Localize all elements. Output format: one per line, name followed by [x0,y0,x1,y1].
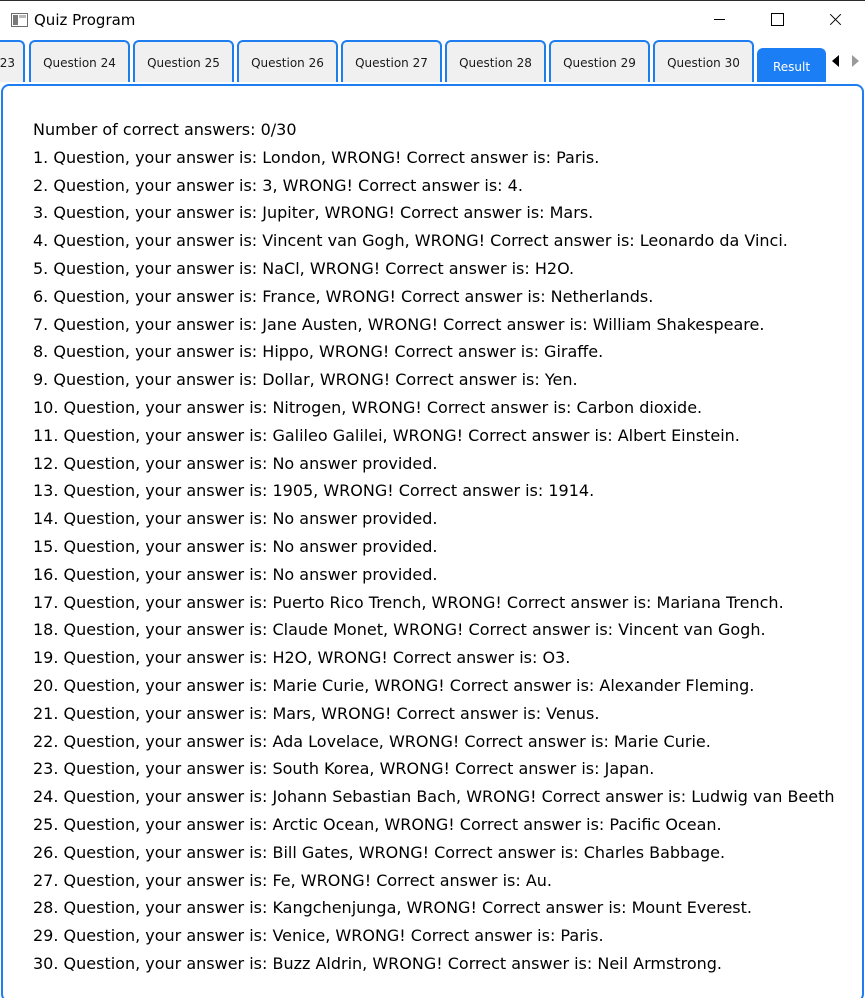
result-line: 23. Question, your answer is: South Kore… [33,759,655,779]
result-line: 18. Question, your answer is: Claude Mon… [33,620,766,640]
result-line: 27. Question, your answer is: Fe, WRONG!… [33,870,552,890]
result-line: 19. Question, your answer is: H2O, WRONG… [33,648,571,668]
result-line: 21. Question, your answer is: Mars, WRON… [33,703,600,723]
minimize-button[interactable] [690,1,748,39]
tab-question-29[interactable]: Question 29 [549,40,650,82]
maximize-button[interactable] [748,1,806,39]
result-line: 11. Question, your answer is: Galileo Ga… [33,425,740,445]
result-line: 22. Question, your answer is: Ada Lovela… [33,731,711,751]
tab-question-26[interactable]: Question 26 [237,40,338,82]
result-line: 4. Question, your answer is: Vincent van… [33,231,788,251]
result-line: 29. Question, your answer is: Venice, WR… [33,926,604,946]
result-line: 20. Question, your answer is: Marie Curi… [33,675,755,695]
result-line: 25. Question, your answer is: Arctic Oce… [33,814,722,834]
result-line: 13. Question, your answer is: 1905, WRON… [33,481,595,501]
result-line: 24. Question, your answer is: Johann Seb… [33,787,835,807]
score-summary: Number of correct answers: 0/30 [33,120,297,139]
tab-bar: 23 Question 24 Question 25 Question 26 Q… [0,40,865,84]
result-line: 8. Question, your answer is: Hippo, WRON… [33,342,604,362]
result-line: 5. Question, your answer is: NaCl, WRONG… [33,258,575,278]
result-line: 16. Question, your answer is: No answer … [33,564,438,584]
window-title: Quiz Program [34,11,136,29]
result-line: 7. Question, your answer is: Jane Austen… [33,314,765,334]
result-line: 17. Question, your answer is: Puerto Ric… [33,592,784,612]
result-panel: Number of correct answers: 0/30 1. Quest… [1,84,864,998]
tab-question-28[interactable]: Question 28 [445,40,546,82]
result-line: 15. Question, your answer is: No answer … [33,536,438,556]
result-line: 14. Question, your answer is: No answer … [33,509,438,529]
scroll-left-arrow-icon[interactable] [828,46,845,76]
tab-question-30[interactable]: Question 30 [653,40,754,82]
result-line: 26. Question, your answer is: Bill Gates… [33,842,726,862]
tab-result[interactable]: Result [757,48,826,82]
result-line: 12. Question, your answer is: No answer … [33,453,438,473]
title-bar[interactable]: Quiz Program [0,0,865,38]
app-window-icon [11,13,28,27]
close-button[interactable] [806,1,864,39]
tab-question-25[interactable]: Question 25 [133,40,234,82]
result-line: 9. Question, your answer is: Dollar, WRO… [33,370,578,390]
result-line: 10. Question, your answer is: Nitrogen, … [33,397,703,417]
scroll-right-arrow-icon[interactable] [846,46,863,76]
tab-question-23[interactable]: 23 [0,40,25,82]
result-text-area[interactable]: Number of correct answers: 0/30 1. Quest… [33,116,835,978]
tab-question-24[interactable]: Question 24 [29,40,130,82]
result-line: 3. Question, your answer is: Jupiter, WR… [33,203,594,223]
result-line: 1. Question, your answer is: London, WRO… [33,147,600,167]
result-line: 2. Question, your answer is: 3, WRONG! C… [33,175,523,195]
result-line: 6. Question, your answer is: France, WRO… [33,286,654,306]
result-line: 28. Question, your answer is: Kangchenju… [33,898,752,918]
tab-question-27[interactable]: Question 27 [341,40,442,82]
result-line: 30. Question, your answer is: Buzz Aldri… [33,953,722,973]
